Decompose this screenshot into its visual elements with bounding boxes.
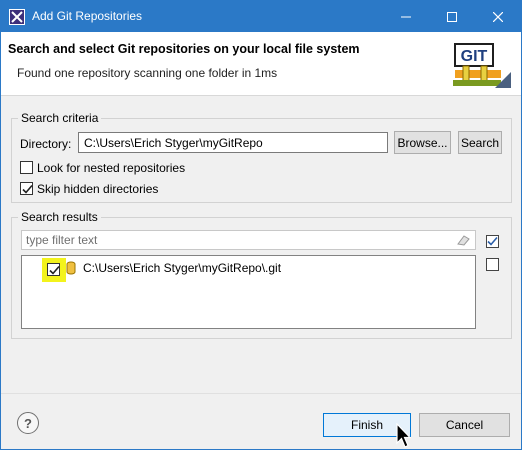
mouse-pointer-icon — [396, 423, 412, 448]
search-results-label: Search results — [18, 210, 101, 224]
add-git-repositories-dialog: Add Git Repositories Search and select G… — [0, 0, 522, 450]
status-message: Found one repository scanning one folder… — [17, 66, 278, 80]
nested-repositories-label: Look for nested repositories — [37, 161, 186, 175]
footer-divider — [1, 393, 521, 394]
repository-checkbox[interactable] — [47, 263, 60, 276]
git-logo-text: GIT — [461, 48, 488, 65]
maximize-icon[interactable] — [429, 1, 475, 32]
search-criteria-label: Search criteria — [18, 111, 102, 125]
repository-icon — [66, 261, 76, 275]
git-logo-icon: GIT — [453, 43, 511, 88]
search-button[interactable]: Search — [458, 131, 502, 154]
window-title: Add Git Repositories — [32, 9, 143, 23]
nested-repositories-checkbox[interactable] — [20, 161, 33, 174]
minimize-icon[interactable] — [383, 1, 429, 32]
checkmark-icon — [22, 184, 33, 194]
cancel-button[interactable]: Cancel — [419, 413, 510, 437]
repository-path: C:\Users\Erich Styger\myGitRepo\.git — [83, 261, 282, 275]
eclipse-app-icon — [9, 9, 25, 25]
repository-list[interactable]: C:\Users\Erich Styger\myGitRepo\.git — [21, 255, 476, 329]
directory-label: Directory: — [20, 137, 72, 151]
header-banner: Search and select Git repositories on yo… — [1, 32, 521, 96]
banner-title: Search and select Git repositories on yo… — [8, 42, 360, 56]
help-icon[interactable]: ? — [17, 412, 39, 434]
close-icon[interactable] — [475, 1, 521, 32]
title-bar[interactable]: Add Git Repositories — [1, 1, 521, 32]
checkmark-icon — [49, 265, 60, 275]
deselect-all-icon[interactable] — [486, 258, 499, 271]
skip-hidden-checkbox[interactable] — [20, 182, 33, 195]
skip-hidden-label: Skip hidden directories — [37, 182, 159, 196]
filter-input[interactable]: type filter text — [21, 230, 476, 250]
browse-button[interactable]: Browse... — [394, 131, 451, 154]
filter-placeholder: type filter text — [26, 233, 98, 247]
select-all-icon[interactable] — [486, 235, 499, 248]
clear-filter-icon[interactable] — [456, 234, 470, 246]
directory-input[interactable]: C:\Users\Erich Styger\myGitRepo — [78, 132, 388, 153]
